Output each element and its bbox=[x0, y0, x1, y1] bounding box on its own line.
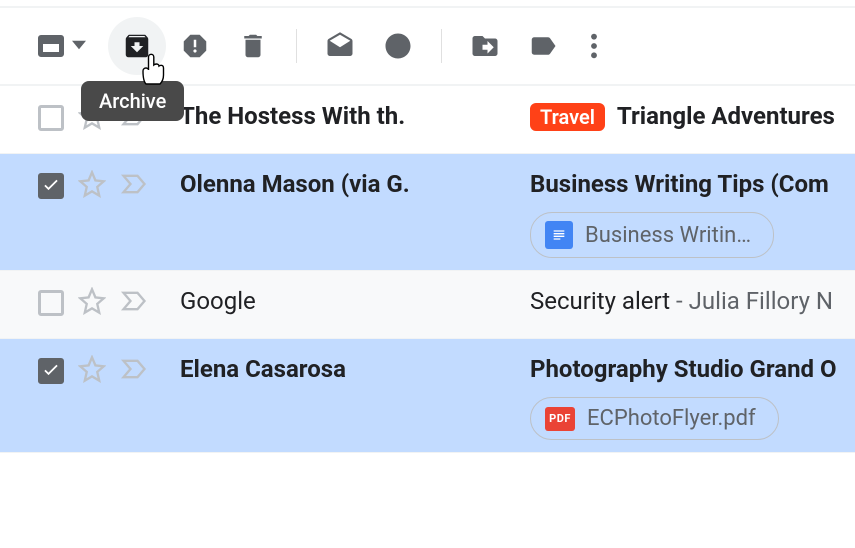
subject: Photography Studio Grand O PDF ECPhotoFl… bbox=[530, 351, 855, 440]
subject-text: Triangle Adventures bbox=[617, 102, 835, 130]
important-icon[interactable] bbox=[120, 355, 148, 387]
select-dropdown-caret[interactable] bbox=[72, 37, 86, 56]
sender: Olenna Mason (via G. bbox=[180, 166, 530, 198]
star-icon[interactable] bbox=[78, 170, 106, 202]
move-to-button[interactable] bbox=[456, 17, 514, 75]
subject: Travel Triangle Adventures bbox=[530, 98, 855, 131]
subject: Security alert - Julia Fillory N bbox=[530, 283, 855, 315]
subject-text: Security alert bbox=[530, 287, 670, 315]
subject-snippet: - Julia Fillory N bbox=[670, 287, 833, 315]
toolbar-separator bbox=[296, 29, 297, 63]
email-row[interactable]: Elena Casarosa Photography Studio Grand … bbox=[0, 339, 855, 453]
checkbox[interactable] bbox=[38, 105, 64, 131]
mark-read-button[interactable] bbox=[311, 17, 369, 75]
label-chip[interactable]: Travel bbox=[530, 103, 605, 131]
tooltip-archive: Archive bbox=[81, 81, 184, 121]
sender: The Hostess With th. bbox=[180, 98, 530, 130]
snooze-button[interactable] bbox=[369, 17, 427, 75]
important-icon[interactable] bbox=[120, 170, 148, 202]
email-row[interactable]: Google Security alert - Julia Fillory N bbox=[0, 271, 855, 339]
toolbar: Archive bbox=[0, 6, 855, 86]
star-icon[interactable] bbox=[78, 287, 106, 319]
attachment-name: Business Writin… bbox=[585, 223, 751, 248]
email-list: The Hostess With th. Travel Triangle Adv… bbox=[0, 86, 855, 453]
select-all-group[interactable] bbox=[38, 35, 86, 57]
labels-button[interactable] bbox=[514, 17, 572, 75]
pdf-icon: PDF bbox=[545, 407, 575, 431]
important-icon[interactable] bbox=[120, 287, 148, 319]
report-spam-button[interactable] bbox=[166, 17, 224, 75]
checkbox[interactable] bbox=[38, 173, 64, 199]
subject: Business Writing Tips (Com Business Writ… bbox=[530, 166, 855, 258]
gdoc-icon bbox=[545, 221, 573, 249]
email-row[interactable]: Olenna Mason (via G. Business Writing Ti… bbox=[0, 154, 855, 271]
attachment-chip[interactable]: Business Writin… bbox=[530, 212, 774, 258]
subject-text: Business Writing Tips (Com bbox=[530, 170, 829, 198]
sender: Elena Casarosa bbox=[180, 351, 530, 383]
attachment-name: ECPhotoFlyer.pdf bbox=[587, 406, 756, 431]
checkbox[interactable] bbox=[38, 358, 64, 384]
archive-button[interactable]: Archive bbox=[108, 17, 166, 75]
star-icon[interactable] bbox=[78, 355, 106, 387]
toolbar-separator bbox=[441, 29, 442, 63]
sender: Google bbox=[180, 283, 530, 315]
more-button[interactable] bbox=[572, 17, 616, 75]
delete-button[interactable] bbox=[224, 17, 282, 75]
subject-text: Photography Studio Grand O bbox=[530, 355, 837, 383]
attachment-chip[interactable]: PDF ECPhotoFlyer.pdf bbox=[530, 397, 779, 440]
select-some-icon bbox=[38, 35, 64, 57]
checkbox[interactable] bbox=[38, 290, 64, 316]
